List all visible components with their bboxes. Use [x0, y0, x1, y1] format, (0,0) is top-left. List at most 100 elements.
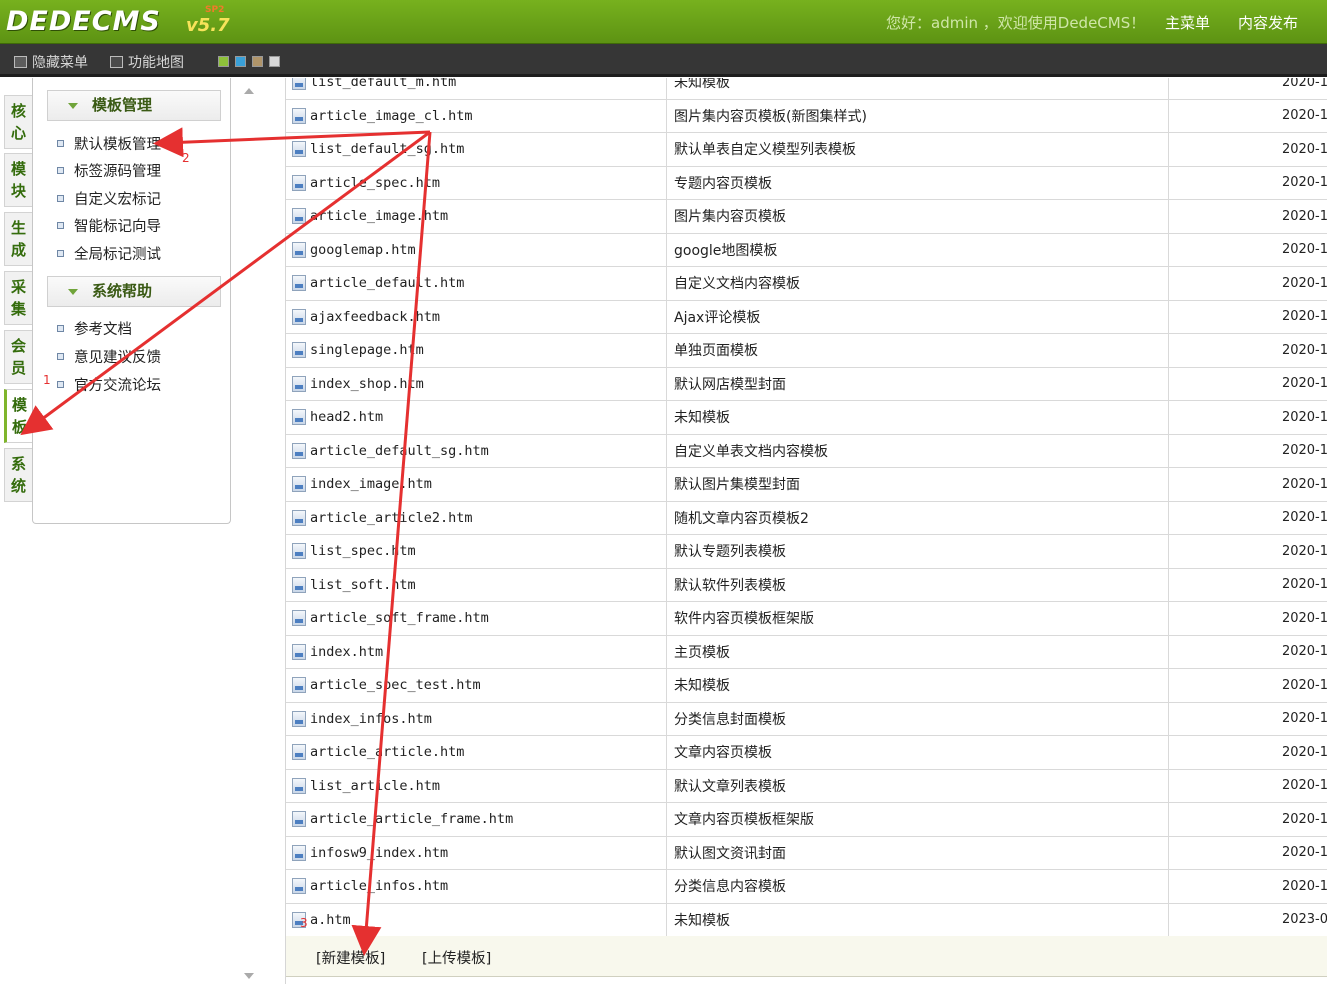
- tab-module[interactable]: 模块: [4, 153, 32, 207]
- table-row[interactable]: article_image_cl.htm 图片集内容页模板(新图集样式) 2020-…: [286, 99, 1327, 133]
- file-name-cell[interactable]: list_soft.htm: [286, 568, 667, 601]
- table-row[interactable]: article_spec.htm 专题内容页模板 2020-1: [286, 166, 1327, 200]
- table-row[interactable]: article_article2.htm 随机文章内容页模板2 2020-1: [286, 501, 1327, 535]
- file-name-cell[interactable]: index_infos.htm: [286, 702, 667, 735]
- file-name-cell[interactable]: article_spec.htm: [286, 166, 667, 199]
- tab-system[interactable]: 系统: [4, 448, 32, 502]
- menu-item-official-forum[interactable]: 官方交流论坛: [57, 374, 161, 395]
- table-row[interactable]: list_default_sg.htm 默认单表自定义模型列表模板 2020-1: [286, 133, 1327, 167]
- file-name-cell[interactable]: article_image.htm: [286, 200, 667, 233]
- file-name[interactable]: article_spec.htm: [310, 175, 440, 191]
- file-name-cell[interactable]: head2.htm: [286, 401, 667, 434]
- file-name[interactable]: article_soft_frame.htm: [310, 610, 489, 626]
- skin-brown-swatch[interactable]: [252, 56, 263, 67]
- file-name[interactable]: infosw9_index.htm: [310, 845, 448, 861]
- content-publish-link[interactable]: 内容发布: [1238, 12, 1298, 33]
- file-name[interactable]: singlepage.htm: [310, 342, 424, 358]
- menu-item-smart-tag-wizard[interactable]: 智能标记向导: [57, 215, 161, 236]
- file-name-cell[interactable]: list_default_sg.htm: [286, 133, 667, 166]
- file-name-cell[interactable]: list_article.htm: [286, 769, 667, 802]
- table-row[interactable]: article_default_sg.htm 自定义单表文档内容模板 2020-1: [286, 434, 1327, 468]
- table-row[interactable]: list_spec.htm 默认专题列表模板 2020-1: [286, 535, 1327, 569]
- file-name[interactable]: list_default_sg.htm: [310, 141, 464, 157]
- table-row[interactable]: article_article_frame.htm 文章内容页模板框架版 2020-…: [286, 803, 1327, 837]
- file-name[interactable]: list_article.htm: [310, 778, 440, 794]
- table-row[interactable]: article_default.htm 自定义文档内容模板 2020-1: [286, 267, 1327, 301]
- file-name-cell[interactable]: singlepage.htm: [286, 334, 667, 367]
- file-name[interactable]: article_image_cl.htm: [310, 108, 473, 124]
- table-row[interactable]: article_article.htm 文章内容页模板 2020-1: [286, 736, 1327, 770]
- menu-item-tag-source[interactable]: 标签源码管理: [57, 160, 161, 181]
- file-name-cell[interactable]: article_article.htm: [286, 736, 667, 769]
- file-name[interactable]: article_image.htm: [310, 208, 448, 224]
- file-name[interactable]: article_infos.htm: [310, 878, 448, 894]
- file-name-cell[interactable]: index.htm: [286, 635, 667, 668]
- table-row[interactable]: ajaxfeedback.htm Ajax评论模板 2020-1: [286, 300, 1327, 334]
- file-name[interactable]: head2.htm: [310, 409, 383, 425]
- menu-item-feedback[interactable]: 意见建议反馈: [57, 346, 161, 367]
- template-management-header[interactable]: 模板管理: [47, 90, 221, 121]
- table-row[interactable]: article_soft_frame.htm 软件内容页模板框架版 2020-1: [286, 602, 1327, 636]
- table-row[interactable]: list_soft.htm 默认软件列表模板 2020-1: [286, 568, 1327, 602]
- main-menu-link[interactable]: 主菜单: [1165, 12, 1210, 33]
- table-row[interactable]: index.htm 主页模板 2020-1: [286, 635, 1327, 669]
- file-name[interactable]: googlemap.htm: [310, 242, 416, 258]
- file-name[interactable]: list_spec.htm: [310, 543, 416, 559]
- menu-item-custom-macro[interactable]: 自定义宏标记: [57, 188, 161, 209]
- file-name-cell[interactable]: article_default_sg.htm: [286, 434, 667, 467]
- file-name[interactable]: list_default_m.htm: [310, 78, 456, 90]
- file-name[interactable]: index_shop.htm: [310, 376, 424, 392]
- table-row[interactable]: singlepage.htm 单独页面模板 2020-1: [286, 334, 1327, 368]
- system-help-header[interactable]: 系统帮助: [47, 276, 221, 307]
- file-name-cell[interactable]: article_default.htm: [286, 267, 667, 300]
- file-name-cell[interactable]: infosw9_index.htm: [286, 836, 667, 869]
- file-name-cell[interactable]: article_article_frame.htm: [286, 803, 667, 836]
- file-name[interactable]: article_default_sg.htm: [310, 443, 489, 459]
- file-name[interactable]: article_default.htm: [310, 275, 464, 291]
- menu-scrollbar[interactable]: [238, 78, 260, 984]
- new-template-button[interactable]: [新建模板]: [316, 947, 385, 968]
- table-row[interactable]: infosw9_index.htm 默认图文资讯封面 2020-1: [286, 836, 1327, 870]
- file-name[interactable]: index_image.htm: [310, 476, 432, 492]
- scroll-down-icon[interactable]: [244, 973, 254, 979]
- tab-core[interactable]: 核心: [4, 95, 32, 149]
- table-row[interactable]: index_shop.htm 默认网店模型封面 2020-1: [286, 367, 1327, 401]
- table-row[interactable]: article_spec_test.htm 未知模板 2020-1: [286, 669, 1327, 703]
- file-name-cell[interactable]: article_article2.htm: [286, 501, 667, 534]
- file-name-cell[interactable]: googlemap.htm: [286, 233, 667, 266]
- file-name-cell[interactable]: a.htm: [286, 903, 667, 936]
- table-row[interactable]: head2.htm 未知模板 2020-1: [286, 401, 1327, 435]
- file-name[interactable]: article_article_frame.htm: [310, 811, 513, 827]
- file-name[interactable]: article_article.htm: [310, 744, 464, 760]
- menu-item-default-template[interactable]: 默认模板管理: [57, 133, 161, 154]
- file-name[interactable]: article_article2.htm: [310, 510, 473, 526]
- table-row[interactable]: googlemap.htm google地图模板 2020-1: [286, 233, 1327, 267]
- table-row[interactable]: list_default_m.htm 未知模板 2020-1: [286, 78, 1327, 100]
- menu-item-global-tag-test[interactable]: 全局标记测试: [57, 243, 161, 264]
- file-name[interactable]: ajaxfeedback.htm: [310, 309, 440, 325]
- file-name-cell[interactable]: index_shop.htm: [286, 367, 667, 400]
- file-name[interactable]: a.htm: [310, 912, 351, 928]
- table-row[interactable]: a.htm 未知模板 2023-0: [286, 903, 1327, 937]
- file-name-cell[interactable]: list_spec.htm: [286, 535, 667, 568]
- file-name[interactable]: index_infos.htm: [310, 711, 432, 727]
- table-row[interactable]: article_image.htm 图片集内容页模板 2020-1: [286, 200, 1327, 234]
- file-name-cell[interactable]: article_image_cl.htm: [286, 99, 667, 132]
- tab-member[interactable]: 会员: [4, 330, 32, 384]
- file-name-cell[interactable]: article_spec_test.htm: [286, 669, 667, 702]
- table-row[interactable]: index_image.htm 默认图片集模型封面 2020-1: [286, 468, 1327, 502]
- tab-generate[interactable]: 生成: [4, 212, 32, 266]
- skin-green-swatch[interactable]: [218, 56, 229, 67]
- file-name[interactable]: list_soft.htm: [310, 577, 416, 593]
- file-name-cell[interactable]: index_image.htm: [286, 468, 667, 501]
- file-name[interactable]: article_spec_test.htm: [310, 677, 481, 693]
- tab-collect[interactable]: 采集: [4, 271, 32, 325]
- file-name-cell[interactable]: article_soft_frame.htm: [286, 602, 667, 635]
- skin-blue-swatch[interactable]: [235, 56, 246, 67]
- file-name-cell[interactable]: ajaxfeedback.htm: [286, 300, 667, 333]
- file-name-cell[interactable]: article_infos.htm: [286, 870, 667, 903]
- menu-item-reference-docs[interactable]: 参考文档: [57, 318, 132, 339]
- tab-template[interactable]: 模板: [4, 389, 32, 443]
- upload-template-button[interactable]: [上传模板]: [422, 947, 491, 968]
- table-row[interactable]: list_article.htm 默认文章列表模板 2020-1: [286, 769, 1327, 803]
